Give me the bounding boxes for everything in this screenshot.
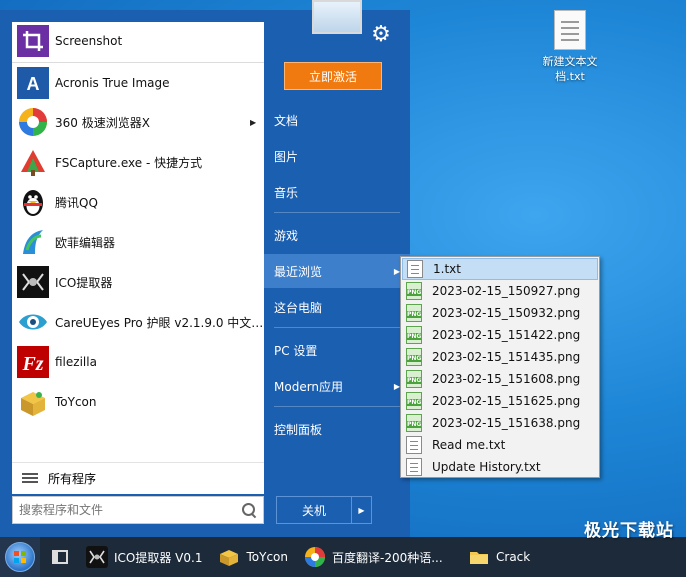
- text-file-icon: [407, 260, 423, 278]
- search-icon[interactable]: [241, 502, 257, 518]
- text-file-icon: [406, 436, 422, 454]
- power-control: 关机 ▶: [276, 496, 372, 524]
- editor-r-icon: [17, 226, 49, 258]
- place-recent[interactable]: 最近浏览 ▶: [264, 254, 410, 288]
- app-item-careueyes[interactable]: CareUEyes Pro 护眼 v2.1.9.0 中文便...: [12, 303, 264, 341]
- svg-text:Fz: Fz: [21, 353, 43, 375]
- browser-360-icon: [304, 546, 326, 568]
- png-file-icon: PNG: [406, 370, 422, 388]
- qq-penguin-icon: [17, 186, 49, 218]
- hamburger-icon: [22, 473, 38, 484]
- eye-icon: [17, 306, 49, 338]
- place-games[interactable]: 游戏: [264, 218, 410, 252]
- divider: [12, 62, 264, 63]
- png-file-icon: PNG: [406, 282, 422, 300]
- app-item-screenshot[interactable]: Screenshot: [12, 22, 264, 60]
- place-pc-settings[interactable]: PC 设置: [264, 333, 410, 367]
- taskbar-item-ico-extractor[interactable]: ICO提取器 V0.1: [80, 537, 212, 577]
- ico-extractor-icon: [86, 546, 108, 568]
- place-this-pc[interactable]: 这台电脑: [264, 290, 410, 324]
- start-button[interactable]: [0, 537, 40, 577]
- taskbar-item-crack[interactable]: Crack: [462, 537, 540, 577]
- gear-icon[interactable]: ⚙: [370, 24, 392, 46]
- app-item-filezilla[interactable]: Fz filezilla: [12, 343, 264, 381]
- taskbar-item-toycon[interactable]: ToYcon: [212, 537, 298, 577]
- png-file-icon: PNG: [406, 326, 422, 344]
- recent-file-item[interactable]: PNG 2023-02-15_151608.png: [402, 368, 598, 390]
- monitor-icon: [312, 0, 362, 34]
- recent-file-item[interactable]: PNG 2023-02-15_151435.png: [402, 346, 598, 368]
- app-item-ico-extractor[interactable]: ICO提取器: [12, 263, 264, 301]
- divider: [274, 212, 400, 213]
- toycon-icon: [17, 386, 49, 418]
- browser-360-icon: [17, 106, 49, 138]
- places-pane: ⚙ 立即激活 文档 图片 音乐 游戏 最近浏览 ▶ 这台电脑 PC 设置 Mode…: [264, 0, 410, 537]
- place-documents[interactable]: 文档: [264, 103, 410, 137]
- program-list: Screenshot A Acronis True Image 360 极速浏览…: [12, 22, 264, 494]
- app-item-toycon[interactable]: ToYcon: [12, 383, 264, 421]
- all-programs-button[interactable]: 所有程序: [12, 462, 264, 494]
- recent-file-item[interactable]: PNG 2023-02-15_150932.png: [402, 302, 598, 324]
- recent-file-item[interactable]: Read me.txt: [402, 434, 598, 456]
- text-file-icon: [554, 10, 586, 50]
- taskbar-item-baidu-translate[interactable]: 百度翻译-200种语...: [298, 537, 462, 577]
- task-view-button[interactable]: [40, 537, 80, 577]
- app-item-qq[interactable]: 腾讯QQ: [12, 183, 264, 221]
- search-box: [12, 496, 264, 524]
- desktop-file-label: 新建文本文档.txt: [542, 55, 598, 83]
- svg-text:A: A: [27, 74, 40, 94]
- recent-file-item[interactable]: Update History.txt: [402, 456, 598, 478]
- folder-icon: [468, 546, 490, 568]
- png-file-icon: PNG: [406, 348, 422, 366]
- recent-file-item[interactable]: PNG 2023-02-15_150927.png: [402, 280, 598, 302]
- taskbar: ICO提取器 V0.1 ToYcon 百度翻译-200种语... Crack: [0, 537, 686, 577]
- place-pictures[interactable]: 图片: [264, 139, 410, 173]
- app-item-editor[interactable]: 欧菲编辑器: [12, 223, 264, 261]
- png-file-icon: PNG: [406, 414, 422, 432]
- power-options-arrow-icon[interactable]: ▶: [351, 497, 371, 523]
- start-menu: Screenshot A Acronis True Image 360 极速浏览…: [0, 0, 410, 537]
- png-file-icon: PNG: [406, 392, 422, 410]
- search-input[interactable]: [13, 498, 241, 522]
- toycon-icon: [218, 546, 240, 568]
- filezilla-icon: Fz: [17, 346, 49, 378]
- place-modern-apps[interactable]: Modern应用 ▶: [264, 369, 410, 403]
- activate-button[interactable]: 立即激活: [284, 62, 382, 90]
- divider: [274, 327, 400, 328]
- task-view-icon: [52, 550, 68, 564]
- divider: [274, 406, 400, 407]
- png-file-icon: PNG: [406, 304, 422, 322]
- place-music[interactable]: 音乐: [264, 175, 410, 209]
- ico-extractor-icon: [17, 266, 49, 298]
- crop-icon: [17, 25, 49, 57]
- recent-file-item[interactable]: PNG 2023-02-15_151638.png: [402, 412, 598, 434]
- app-item-fscapture[interactable]: FSCapture.exe - 快捷方式: [12, 143, 264, 181]
- windows-logo-icon: [5, 542, 35, 572]
- fscapture-icon: [17, 146, 49, 178]
- shutdown-button[interactable]: 关机: [277, 497, 351, 523]
- recent-file-item[interactable]: 1.txt: [402, 258, 598, 280]
- recent-files-submenu: 1.txt PNG 2023-02-15_150927.png PNG 2023-0…: [400, 256, 600, 478]
- watermark: 极光下载站: [584, 521, 674, 541]
- app-item-acronis[interactable]: A Acronis True Image: [12, 64, 264, 102]
- place-control-panel[interactable]: 控制面板: [264, 412, 410, 446]
- recent-file-item[interactable]: PNG 2023-02-15_151625.png: [402, 390, 598, 412]
- text-file-icon: [406, 458, 422, 476]
- app-item-360-browser[interactable]: 360 极速浏览器X ▶: [12, 103, 264, 141]
- submenu-arrow-icon: ▶: [250, 117, 257, 127]
- desktop-file[interactable]: 新建文本文档.txt: [532, 10, 608, 84]
- recent-file-item[interactable]: PNG 2023-02-15_151422.png: [402, 324, 598, 346]
- acronis-icon: A: [17, 67, 49, 99]
- all-programs-label: 所有程序: [48, 472, 97, 486]
